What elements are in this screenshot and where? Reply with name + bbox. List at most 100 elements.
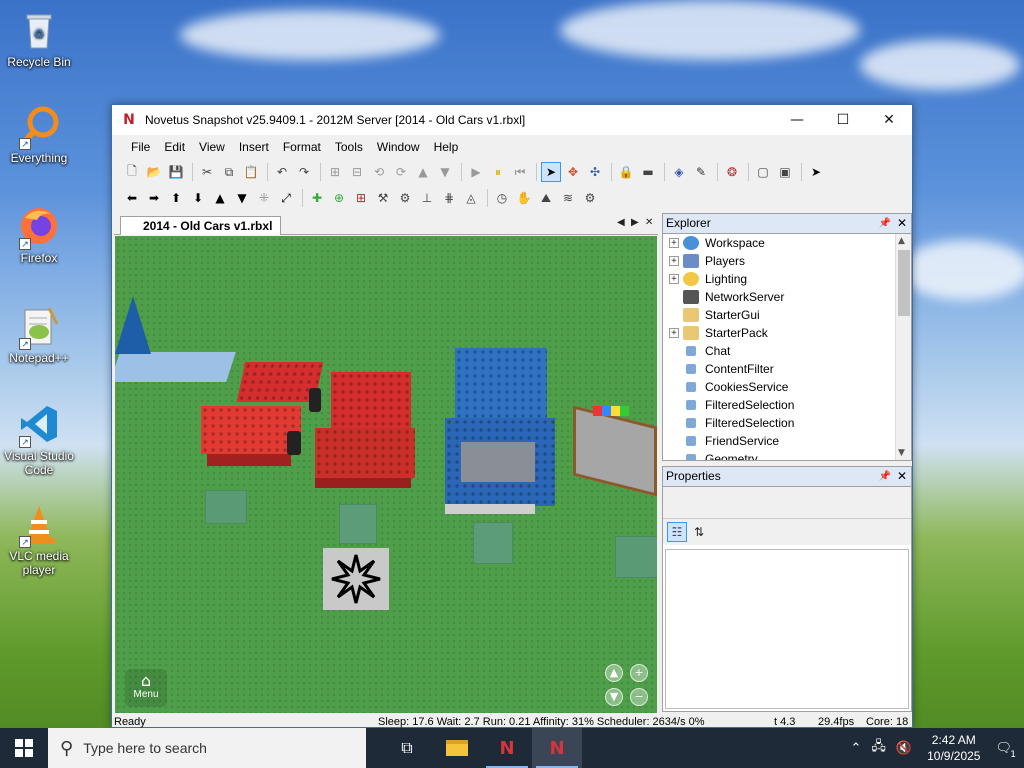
- start-button[interactable]: [0, 728, 48, 768]
- move-up-2-icon[interactable]: ▲: [210, 188, 230, 208]
- select-tool-icon[interactable]: ➤: [541, 162, 561, 182]
- move-left-icon[interactable]: ⬅: [122, 188, 142, 208]
- new-file-icon[interactable]: 🗋: [122, 162, 142, 182]
- taskbar-file-explorer[interactable]: [432, 728, 482, 768]
- hinge-icon[interactable]: ⚙: [395, 188, 415, 208]
- redo-icon[interactable]: ↷: [294, 162, 314, 182]
- undo-icon[interactable]: ↶: [272, 162, 292, 182]
- tab-close-icon[interactable]: ✕: [645, 217, 653, 228]
- scroll-thumb[interactable]: [898, 250, 910, 316]
- cut-icon[interactable]: ✂: [197, 162, 217, 182]
- scroll-up-icon[interactable]: ▲: [898, 236, 905, 246]
- insert-part-icon[interactable]: ✚: [307, 188, 327, 208]
- copy-icon[interactable]: ⧉: [219, 162, 239, 182]
- tree-item-chat[interactable]: Chat: [663, 342, 911, 360]
- move-forward-icon[interactable]: ⬆: [166, 188, 186, 208]
- surface-icon[interactable]: ❂: [722, 162, 742, 182]
- save-icon[interactable]: 💾: [166, 162, 186, 182]
- notifications-icon[interactable]: 🗨 1: [995, 741, 1016, 760]
- pause-icon[interactable]: ⏸: [488, 162, 508, 182]
- clock[interactable]: 2:42 AM 10/9/2025: [927, 732, 980, 764]
- move-up-icon[interactable]: ▲: [413, 162, 433, 182]
- tab-scroll-right-icon[interactable]: ▶: [631, 217, 639, 228]
- tree-item-cookiesservice[interactable]: CookiesService: [663, 378, 911, 396]
- zoom-in-icon[interactable]: +: [630, 664, 648, 682]
- play-icon[interactable]: ▶: [466, 162, 486, 182]
- pointer-icon[interactable]: ➤: [806, 162, 826, 182]
- gear-icon[interactable]: ⚙: [580, 188, 600, 208]
- resize-tool-icon[interactable]: ✣: [585, 162, 605, 182]
- scroll-down-icon[interactable]: ▼: [898, 448, 905, 458]
- smooth-icon[interactable]: ◬: [461, 188, 481, 208]
- move-right-icon[interactable]: ➡: [144, 188, 164, 208]
- alphabetical-sort-icon[interactable]: ⇅: [689, 522, 709, 542]
- desktop-icon-vscode[interactable]: ↗ Visual Studio Code: [4, 402, 74, 477]
- zoom-extents-icon[interactable]: ⤢: [276, 188, 296, 208]
- close-button[interactable]: ✕: [866, 105, 912, 135]
- material-icon[interactable]: ✎: [691, 162, 711, 182]
- explorer-scrollbar[interactable]: ▲ ▼: [895, 234, 911, 460]
- menu-file[interactable]: File: [124, 140, 157, 154]
- group-icon[interactable]: ⊞: [325, 162, 345, 182]
- zoom-out-icon[interactable]: −: [630, 688, 648, 706]
- dropper-icon[interactable]: ▢: [753, 162, 773, 182]
- tree-item-networkserver[interactable]: NetworkServer: [663, 288, 911, 306]
- task-view-button[interactable]: ⧉: [382, 728, 432, 768]
- minimize-button[interactable]: —: [774, 105, 820, 135]
- motor-icon[interactable]: ⊥: [417, 188, 437, 208]
- network-icon[interactable]: 🖧: [871, 737, 886, 759]
- move-back-icon[interactable]: ⬇: [188, 188, 208, 208]
- reset-icon[interactable]: ⏮: [510, 162, 530, 182]
- paint-icon[interactable]: ◈: [669, 162, 689, 182]
- tree-item-filteredselection[interactable]: FilteredSelection: [663, 414, 911, 432]
- wave-icon[interactable]: ≋: [558, 188, 578, 208]
- move-down-2-icon[interactable]: ▼: [232, 188, 252, 208]
- taskbar-novetus-2[interactable]: N: [532, 728, 582, 768]
- title-bar[interactable]: N Novetus Snapshot v25.9409.1 - 2012M Se…: [112, 105, 912, 135]
- tree-item-players[interactable]: + Players: [663, 252, 911, 270]
- categorized-view-icon[interactable]: ☷: [667, 522, 687, 542]
- tree-item-filteredselection[interactable]: FilteredSelection: [663, 396, 911, 414]
- menu-help[interactable]: Help: [427, 140, 466, 154]
- screenshot-icon[interactable]: ▣: [775, 162, 795, 182]
- rotate-left-icon[interactable]: ⟲: [369, 162, 389, 182]
- terrain-icon[interactable]: ⛰: [536, 188, 556, 208]
- expand-icon[interactable]: +: [669, 238, 679, 248]
- snap-icon[interactable]: ⁜: [254, 188, 274, 208]
- pin-icon[interactable]: 📌: [879, 214, 891, 233]
- menu-window[interactable]: Window: [370, 140, 427, 154]
- anchor-icon[interactable]: ▬: [638, 162, 658, 182]
- menu-insert[interactable]: Insert: [232, 140, 276, 154]
- desktop-icon-vlc[interactable]: ↗ VLC media player: [4, 502, 74, 577]
- tree-item-startergui[interactable]: StarterGui: [663, 306, 911, 324]
- tree-item-lighting[interactable]: + Lighting: [663, 270, 911, 288]
- insert-model-icon[interactable]: ⊕: [329, 188, 349, 208]
- viewport-menu-button[interactable]: ⌂ Menu: [125, 669, 167, 707]
- ungroup-icon[interactable]: ⊟: [347, 162, 367, 182]
- desktop-icon-firefox[interactable]: ↗ Firefox: [4, 204, 74, 265]
- taskbar-novetus-1[interactable]: N: [482, 728, 532, 768]
- menu-format[interactable]: Format: [276, 140, 328, 154]
- move-tool-icon[interactable]: ✥: [563, 162, 583, 182]
- expand-icon[interactable]: +: [669, 328, 679, 338]
- desktop-icon-recycle-bin[interactable]: ♻ Recycle Bin: [4, 8, 74, 69]
- move-down-icon[interactable]: ▼: [435, 162, 455, 182]
- menu-view[interactable]: View: [192, 140, 232, 154]
- open-folder-icon[interactable]: 📂: [144, 162, 164, 182]
- pin-icon[interactable]: 📌: [879, 467, 891, 486]
- paste-icon[interactable]: 📋: [241, 162, 261, 182]
- camera-tilt-down-icon[interactable]: ▼: [605, 688, 623, 706]
- tree-item-workspace[interactable]: + Workspace: [663, 234, 911, 252]
- tab-scroll-left-icon[interactable]: ◀: [617, 217, 625, 228]
- close-icon[interactable]: ✕: [897, 467, 907, 486]
- tree-item-contentfilter[interactable]: ContentFilter: [663, 360, 911, 378]
- tree-item-geometry[interactable]: Geometry: [663, 450, 911, 460]
- chevron-up-icon[interactable]: ⌃: [851, 741, 862, 756]
- desktop-icon-notepadpp[interactable]: ↗ Notepad++: [4, 304, 74, 365]
- menu-tools[interactable]: Tools: [328, 140, 370, 154]
- glue-icon[interactable]: ⋕: [439, 188, 459, 208]
- insert-script-icon[interactable]: ⊞: [351, 188, 371, 208]
- expand-icon[interactable]: +: [669, 274, 679, 284]
- close-icon[interactable]: ✕: [897, 214, 907, 233]
- hand-icon[interactable]: ✋: [514, 188, 534, 208]
